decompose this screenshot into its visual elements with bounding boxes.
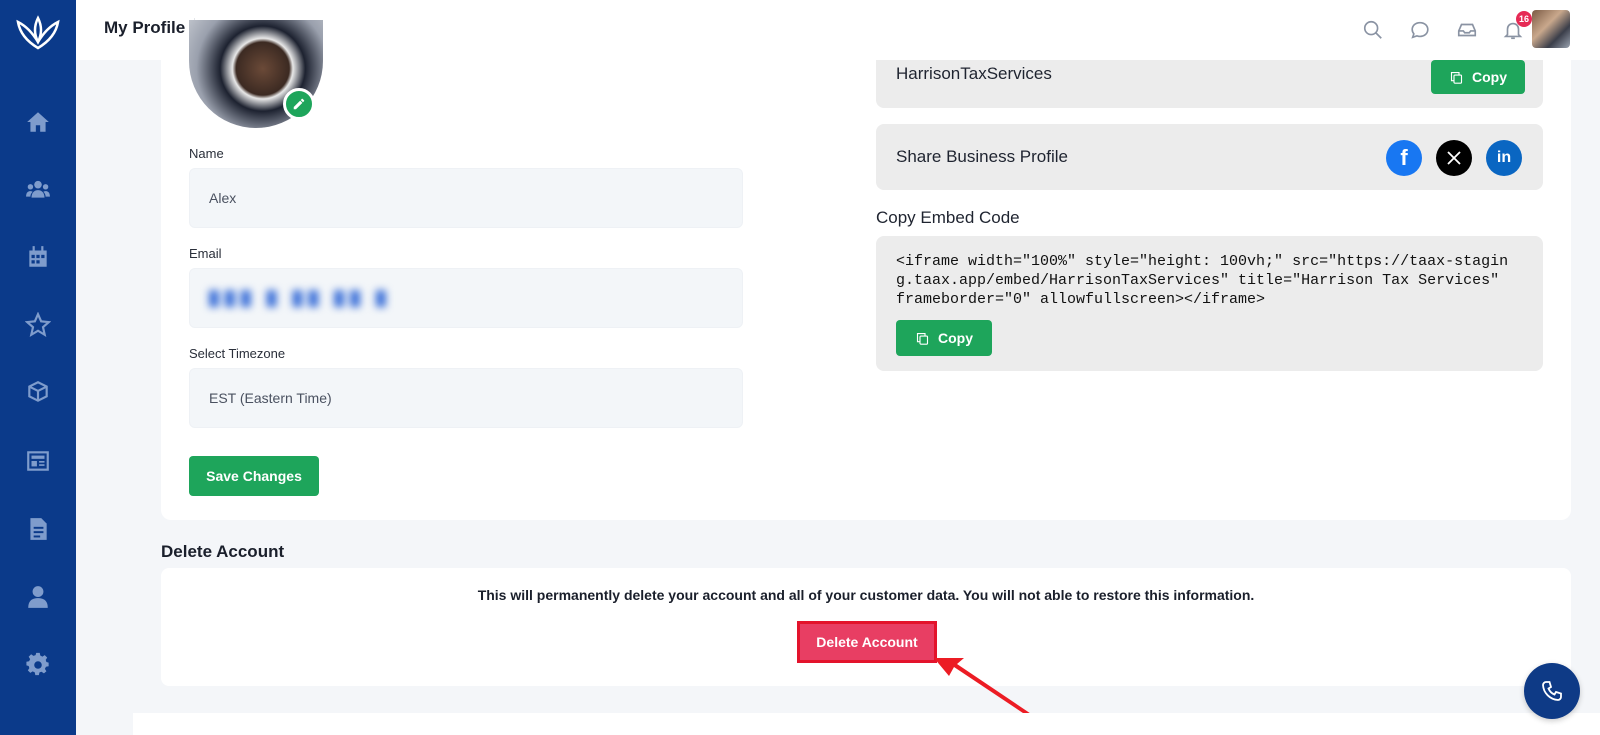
notification-badge: 16 [1516, 11, 1532, 27]
embed-code-label: Copy Embed Code [876, 208, 1020, 227]
edit-photo-button[interactable] [283, 88, 315, 120]
name-input[interactable]: Alex [189, 168, 743, 228]
phone-call-button[interactable] [1524, 663, 1580, 719]
linkedin-icon[interactable]: in [1486, 140, 1522, 176]
copy-embed-label: Copy [938, 330, 973, 346]
copy-embed-button[interactable]: Copy [896, 320, 992, 356]
embed-panel: <iframe width="100%" style="height: 100v… [876, 236, 1543, 371]
pencil-icon [293, 98, 305, 110]
facebook-icon[interactable]: f [1386, 140, 1422, 176]
share-panel: Share Business Profile f in [876, 124, 1543, 190]
share-label: Share Business Profile [896, 147, 1068, 166]
delete-warning: This will permanently delete your accoun… [477, 587, 1255, 603]
package-icon[interactable] [22, 376, 54, 408]
sidebar [0, 0, 76, 735]
bell-icon[interactable]: 16 [1500, 11, 1532, 43]
x-icon[interactable] [1436, 140, 1472, 176]
email-value-blurred: ███ █ ██ ██ █ [209, 290, 392, 306]
delete-account-button[interactable]: Delete Account [800, 624, 934, 660]
star-icon[interactable] [22, 309, 54, 341]
calendar-icon[interactable] [22, 241, 54, 273]
search-icon[interactable] [1360, 17, 1386, 43]
save-changes-button[interactable]: Save Changes [189, 456, 319, 496]
timezone-label: Select Timezone [189, 346, 286, 361]
email-input[interactable]: ███ █ ██ ██ █ [189, 268, 743, 328]
name-label: Name [189, 146, 224, 161]
chat-icon[interactable] [1407, 17, 1433, 43]
users-icon[interactable] [22, 173, 54, 205]
delete-account-heading: Delete Account [161, 542, 285, 561]
copy-slug-label: Copy [1472, 69, 1507, 85]
user-avatar[interactable] [1532, 10, 1570, 48]
home-icon[interactable] [22, 106, 54, 138]
embed-code-text[interactable]: <iframe width="100%" style="height: 100v… [896, 252, 1516, 309]
copy-icon [916, 332, 929, 345]
inbox-icon[interactable] [1454, 17, 1480, 43]
copy-slug-button[interactable]: Copy [1431, 60, 1525, 94]
footer-card [133, 713, 1600, 735]
copy-icon [1450, 71, 1463, 84]
person-icon[interactable] [22, 581, 54, 613]
newspaper-icon[interactable] [22, 445, 54, 477]
email-label: Email [189, 246, 222, 261]
business-slug: HarrisonTaxServices [896, 64, 1052, 83]
phone-icon [1542, 681, 1562, 701]
page-title: My Profile [104, 18, 186, 37]
logo-icon[interactable] [14, 14, 62, 54]
timezone-select[interactable]: EST (Eastern Time) [189, 368, 743, 428]
document-icon[interactable] [22, 513, 54, 545]
gear-icon[interactable] [22, 649, 54, 681]
business-slug-panel: HarrisonTaxServices Copy [876, 60, 1543, 108]
